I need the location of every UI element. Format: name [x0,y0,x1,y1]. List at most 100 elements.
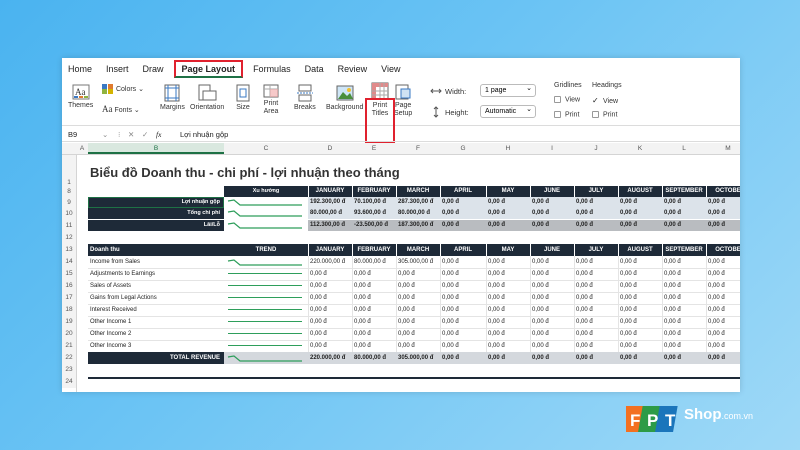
revenue-value-cell[interactable]: 0,00 đ [532,280,573,292]
row-header-17[interactable]: 17 [62,292,76,304]
revenue-value-cell[interactable]: 0,00 đ [398,340,439,352]
summary-value-cell[interactable]: 0,00 đ [442,208,485,219]
orientation-button[interactable]: Orientation [190,84,224,111]
revenue-value-cell[interactable]: 0,00 đ [442,256,485,268]
revenue-row-label[interactable]: Other Income 2 [90,328,222,340]
breaks-button[interactable]: Breaks [294,84,316,111]
row-header-10[interactable]: 10 [62,208,76,220]
revenue-value-cell[interactable]: 0,00 đ [310,268,351,280]
tab-review[interactable]: Review [338,64,368,74]
revenue-value-cell[interactable]: 80.000,00 đ [354,256,395,268]
revenue-value-cell[interactable]: 0,00 đ [664,292,705,304]
summary-value-cell[interactable]: 0,00 đ [532,197,573,208]
summary-value-cell[interactable]: 0,00 đ [708,208,740,219]
revenue-value-cell[interactable]: 0,00 đ [442,268,485,280]
row-header-11[interactable]: 11 [62,220,76,232]
row-header-18[interactable]: 18 [62,304,76,316]
name-box[interactable]: B9 [68,130,77,139]
row-header-15[interactable]: 15 [62,268,76,280]
revenue-value-cell[interactable]: 0,00 đ [664,268,705,280]
revenue-value-cell[interactable]: 0,00 đ [398,328,439,340]
revenue-value-cell[interactable]: 0,00 đ [708,304,740,316]
tab-draw[interactable]: Draw [143,64,164,74]
revenue-value-cell[interactable]: 0,00 đ [310,340,351,352]
colors-button[interactable]: Colors ⌄ [102,84,144,94]
revenue-value-cell[interactable]: 0,00 đ [576,340,617,352]
summary-value-cell[interactable]: 0,00 đ [488,208,529,219]
summary-value-cell[interactable]: 70.100,00 đ [354,197,395,208]
themes-button[interactable]: Aa Themes [68,84,93,109]
revenue-value-cell[interactable]: 0,00 đ [708,292,740,304]
column-header-l[interactable]: L [662,145,706,152]
revenue-value-cell[interactable]: 0,00 đ [664,256,705,268]
revenue-value-cell[interactable]: 0,00 đ [532,328,573,340]
summary-value-cell[interactable]: 0,00 đ [442,220,485,231]
revenue-value-cell[interactable]: 0,00 đ [532,340,573,352]
revenue-value-cell[interactable]: 0,00 đ [620,280,661,292]
summary-value-cell[interactable]: 0,00 đ [488,197,529,208]
revenue-value-cell[interactable]: 0,00 đ [576,268,617,280]
tab-view[interactable]: View [381,64,400,74]
revenue-value-cell[interactable]: 0,00 đ [532,268,573,280]
column-header-f[interactable]: F [396,145,440,152]
revenue-value-cell[interactable]: 0,00 đ [354,304,395,316]
revenue-value-cell[interactable]: 0,00 đ [442,280,485,292]
revenue-value-cell[interactable]: 0,00 đ [576,292,617,304]
revenue-value-cell[interactable]: 0,00 đ [488,292,529,304]
row-header-12[interactable]: 12 [62,232,76,244]
enter-icon[interactable]: ✓ [142,130,148,139]
revenue-value-cell[interactable]: 0,00 đ [488,268,529,280]
summary-value-cell[interactable]: 0,00 đ [576,197,617,208]
revenue-row-label[interactable]: Interest Received [90,304,222,316]
tab-page-layout[interactable]: Page Layout [173,60,244,78]
revenue-value-cell[interactable]: 0,00 đ [310,292,351,304]
summary-value-cell[interactable]: 112.300,00 đ [310,220,351,231]
revenue-value-cell[interactable]: 0,00 đ [620,304,661,316]
revenue-value-cell[interactable]: 0,00 đ [398,280,439,292]
summary-value-cell[interactable]: 0,00 đ [620,220,661,231]
total-value-cell[interactable]: 0,00 đ [442,352,485,364]
row-header-9[interactable]: 9 [62,197,76,208]
tab-home[interactable]: Home [68,64,92,74]
revenue-value-cell[interactable]: 0,00 đ [664,316,705,328]
revenue-value-cell[interactable]: 0,00 đ [664,340,705,352]
revenue-value-cell[interactable]: 0,00 đ [488,328,529,340]
background-button[interactable]: Background [326,84,363,111]
total-value-cell[interactable]: 0,00 đ [708,352,740,364]
size-button[interactable]: Size [234,84,252,111]
summary-value-cell[interactable]: 0,00 đ [532,220,573,231]
revenue-row-label[interactable]: Adjustments to Earnings [90,268,222,280]
total-value-cell[interactable]: 80.000,00 đ [354,352,395,364]
summary-value-cell[interactable]: 0,00 đ [664,208,705,219]
revenue-value-cell[interactable]: 0,00 đ [576,328,617,340]
cancel-icon[interactable]: ✕ [128,130,134,139]
revenue-value-cell[interactable]: 0,00 đ [354,268,395,280]
summary-value-cell[interactable]: 0,00 đ [664,220,705,231]
revenue-value-cell[interactable]: 0,00 đ [576,256,617,268]
summary-value-cell[interactable]: 192.300,00 đ [310,197,351,208]
margins-button[interactable]: Margins [160,84,185,111]
revenue-value-cell[interactable]: 0,00 đ [532,316,573,328]
name-box-dropdown-icon[interactable]: ⌄ [102,130,108,139]
revenue-value-cell[interactable]: 0,00 đ [310,280,351,292]
column-header-b[interactable]: B [88,143,224,154]
revenue-value-cell[interactable]: 0,00 đ [488,280,529,292]
summary-value-cell[interactable]: 0,00 đ [576,208,617,219]
revenue-value-cell[interactable]: 0,00 đ [398,292,439,304]
revenue-value-cell[interactable]: 0,00 đ [354,316,395,328]
tab-data[interactable]: Data [305,64,324,74]
revenue-value-cell[interactable]: 305.000,00 đ [398,256,439,268]
summary-value-cell[interactable]: 0,00 đ [708,220,740,231]
revenue-value-cell[interactable]: 0,00 đ [398,316,439,328]
revenue-row-label[interactable]: Other Income 3 [90,340,222,352]
row-header-22[interactable]: 22 [62,352,76,364]
revenue-value-cell[interactable]: 0,00 đ [620,328,661,340]
summary-value-cell[interactable]: 0,00 đ [664,197,705,208]
total-value-cell[interactable]: 220.000,00 đ [310,352,351,364]
revenue-value-cell[interactable]: 0,00 đ [442,304,485,316]
summary-value-cell[interactable]: 287.300,00 đ [398,197,439,208]
column-header-h[interactable]: H [486,145,530,152]
row-header-20[interactable]: 20 [62,328,76,340]
revenue-value-cell[interactable]: 0,00 đ [620,268,661,280]
print-area-button[interactable]: Print Area [262,84,280,116]
